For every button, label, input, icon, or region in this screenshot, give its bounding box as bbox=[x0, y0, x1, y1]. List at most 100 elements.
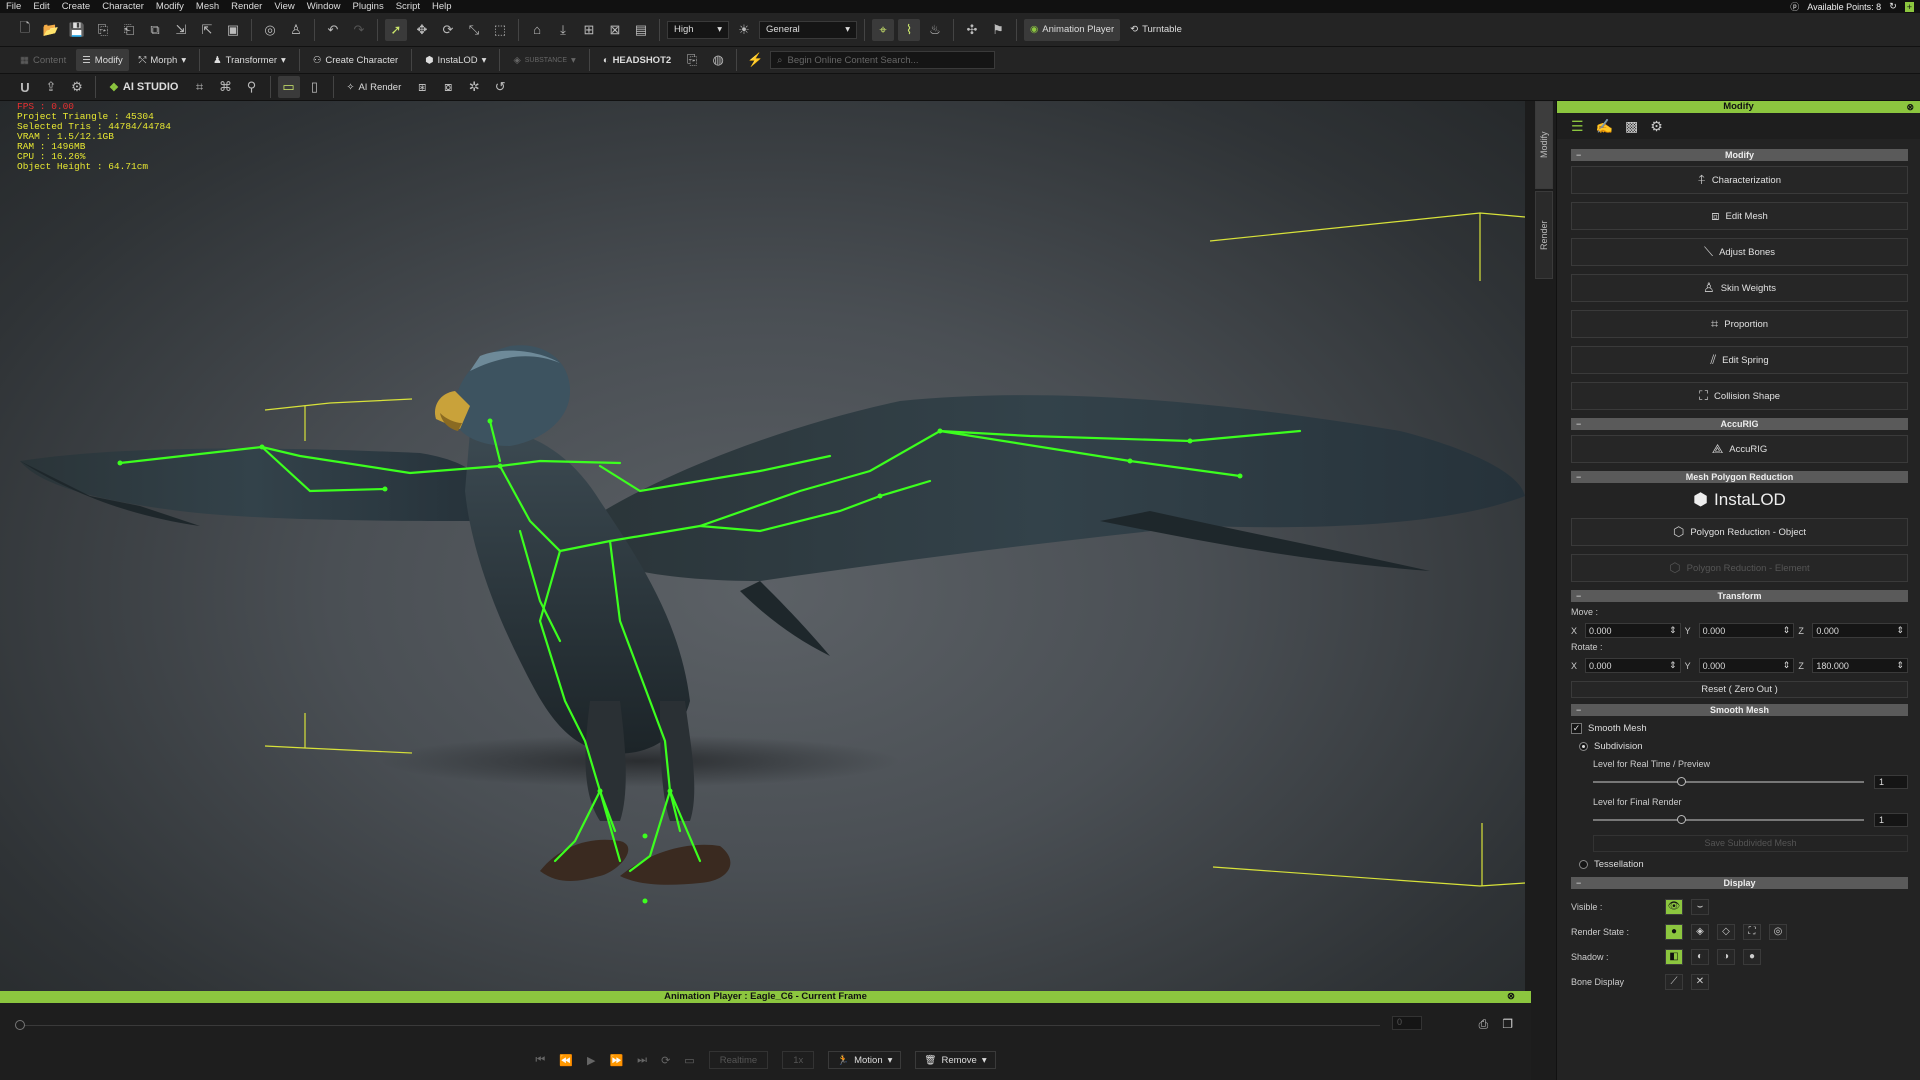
pose-tab-icon[interactable]: ✍ bbox=[1596, 118, 1613, 135]
cube-icon[interactable]: ◈ bbox=[1691, 923, 1709, 940]
realtime-dropdown[interactable]: Realtime bbox=[708, 1051, 769, 1069]
realtime-level-slider[interactable] bbox=[1593, 777, 1864, 786]
ai-tag-icon[interactable]: ▯ bbox=[304, 76, 326, 98]
slider-knob[interactable] bbox=[1677, 815, 1686, 824]
upload-icon[interactable]: ⇪ bbox=[40, 76, 62, 98]
final-level-slider[interactable] bbox=[1593, 815, 1864, 824]
menu-mesh[interactable]: Mesh bbox=[196, 1, 219, 12]
menu-plugins[interactable]: Plugins bbox=[353, 1, 384, 12]
shadow-off-icon[interactable]: ● bbox=[1743, 948, 1761, 965]
play-icon[interactable]: ▶ bbox=[587, 1054, 595, 1067]
select-tool-icon[interactable]: ➚ bbox=[385, 18, 407, 41]
fk-icon[interactable]: ⌇ bbox=[898, 18, 920, 41]
loop-icon[interactable]: ⟳ bbox=[661, 1054, 670, 1067]
menu-create[interactable]: Create bbox=[62, 1, 91, 12]
section-accurig[interactable]: − AccuRIG bbox=[1571, 418, 1908, 430]
range-icon[interactable]: ▭ bbox=[684, 1054, 694, 1067]
realtime-level-value[interactable]: 1 bbox=[1874, 775, 1908, 789]
menu-window[interactable]: Window bbox=[307, 1, 341, 12]
mode-dropdown[interactable]: General ▾ bbox=[759, 20, 857, 39]
undo-icon[interactable]: ↶ bbox=[322, 19, 344, 41]
checker-tab-icon[interactable]: ▩ bbox=[1625, 118, 1638, 135]
xray-icon[interactable]: ◎ bbox=[1769, 923, 1787, 940]
refresh-icon[interactable]: ↻ bbox=[1889, 1, 1897, 12]
plugin-icon[interactable]: ⚡ bbox=[744, 49, 766, 71]
section-modify[interactable]: − Modify bbox=[1571, 149, 1908, 161]
move-tool-icon[interactable]: ✥ bbox=[411, 19, 433, 41]
edit-mesh-button[interactable]: ⧈ Edit Mesh bbox=[1571, 202, 1908, 230]
eye-closed-icon[interactable]: ⌣ bbox=[1691, 898, 1709, 915]
bone-hide-icon[interactable]: ✕ bbox=[1691, 973, 1709, 990]
sphere-icon[interactable]: ◍ bbox=[707, 49, 729, 71]
rotate-z-field[interactable]: 180.000 ⇕ bbox=[1812, 658, 1909, 673]
merge-icon[interactable]: ⧉ bbox=[144, 19, 166, 41]
menu-help[interactable]: Help bbox=[432, 1, 452, 12]
new-file-icon[interactable]: 🗋 bbox=[14, 19, 36, 41]
spinner-icon[interactable]: ⇕ bbox=[1783, 625, 1791, 636]
rotate-y-field[interactable]: 0.000 ⇕ bbox=[1698, 658, 1795, 673]
pose-icon[interactable]: ✣ bbox=[961, 19, 983, 41]
publish-icon[interactable]: ▣ bbox=[222, 19, 244, 41]
frame-icon[interactable]: ⌘ bbox=[215, 76, 237, 98]
shadow-cast-icon[interactable]: ◐ bbox=[1691, 948, 1709, 965]
spinner-icon[interactable]: ⇕ bbox=[1669, 660, 1677, 671]
section-transform[interactable]: − Transform bbox=[1571, 590, 1908, 602]
content-button[interactable]: ▦ Content bbox=[14, 49, 72, 71]
shadow-receive-icon[interactable]: ◑ bbox=[1717, 948, 1735, 965]
remove-button[interactable]: 🗑 Remove ▾ bbox=[915, 1051, 996, 1069]
menu-view[interactable]: View bbox=[274, 1, 294, 12]
sliders-tab-icon[interactable]: ☰ bbox=[1571, 118, 1584, 135]
tessellation-radio[interactable]: Tessellation bbox=[1579, 859, 1908, 870]
scale-tool-icon[interactable]: ⤡ bbox=[463, 19, 485, 41]
ai-studio-button[interactable]: ❖ AI STUDIO bbox=[103, 76, 185, 98]
final-level-value[interactable]: 1 bbox=[1874, 813, 1908, 827]
light-icon[interactable]: ☀ bbox=[733, 19, 755, 41]
adjust-bones-button[interactable]: ⟍ Adjust Bones bbox=[1571, 238, 1908, 266]
import-icon[interactable]: ⎘ bbox=[92, 19, 114, 41]
solid-sphere-icon[interactable]: ● bbox=[1665, 923, 1683, 940]
move-z-field[interactable]: 0.000 ⇕ bbox=[1812, 623, 1909, 638]
menu-file[interactable]: File bbox=[6, 1, 21, 12]
box-outline-icon[interactable]: ⛶ bbox=[1743, 923, 1761, 940]
menu-modify[interactable]: Modify bbox=[156, 1, 184, 12]
close-icon[interactable]: ⊗ bbox=[1507, 991, 1515, 1003]
fit-icon[interactable]: ⊠ bbox=[604, 19, 626, 41]
wire-cube-icon[interactable]: ◇ bbox=[1717, 923, 1735, 940]
bone-show-icon[interactable]: ⟋ bbox=[1665, 973, 1683, 990]
subdivision-radio[interactable]: Subdivision bbox=[1579, 741, 1908, 752]
frame-field[interactable]: 0 bbox=[1392, 1016, 1422, 1030]
spinner-icon[interactable]: ⇕ bbox=[1783, 660, 1791, 671]
ai-mode-icon[interactable]: ▭ bbox=[277, 76, 300, 98]
step-back-icon[interactable]: ⏪ bbox=[559, 1054, 573, 1067]
send-icon[interactable]: ⇱ bbox=[196, 19, 218, 41]
edit-spring-button[interactable]: ⫽ Edit Spring bbox=[1571, 346, 1908, 374]
section-display[interactable]: − Display bbox=[1571, 877, 1908, 889]
turntable-button[interactable]: ⟲ Turntable bbox=[1124, 19, 1188, 41]
ai-render-button[interactable]: ✧ AI Render bbox=[341, 76, 408, 98]
close-icon[interactable]: ⊗ bbox=[1906, 101, 1914, 113]
capture-icon[interactable]: ⌗ bbox=[189, 76, 211, 98]
animation-player-button[interactable]: ◉ Animation Player bbox=[1024, 18, 1121, 41]
skin-weights-button[interactable]: ♙ Skin Weights bbox=[1571, 274, 1908, 302]
polygon-reduction-object-button[interactable]: ⬡ Polygon Reduction - Object bbox=[1571, 518, 1908, 546]
substance-button[interactable]: ◈ SUBSTANCE ▾ bbox=[507, 49, 581, 71]
spinner-icon[interactable]: ⇕ bbox=[1896, 625, 1904, 636]
window-icon[interactable]: ❐ bbox=[1502, 1017, 1513, 1032]
slider-knob[interactable] bbox=[1677, 777, 1686, 786]
pose-icon[interactable]: ⚲ bbox=[241, 76, 263, 98]
timeline-playhead[interactable] bbox=[15, 1020, 25, 1030]
rotate-x-field[interactable]: 0.000 ⇕ bbox=[1585, 658, 1681, 673]
plus-icon[interactable]: + bbox=[1904, 1, 1914, 12]
video-icon[interactable]: ⧇ bbox=[437, 76, 459, 98]
save-icon[interactable]: 💾 bbox=[66, 19, 88, 41]
transformer-button[interactable]: ♟ Transformer ▾ bbox=[207, 49, 292, 71]
quality-dropdown[interactable]: High ▾ bbox=[667, 20, 729, 39]
menu-script[interactable]: Script bbox=[396, 1, 420, 12]
menu-edit[interactable]: Edit bbox=[33, 1, 49, 12]
reset-zero-out-button[interactable]: Reset ( Zero Out ) bbox=[1571, 681, 1908, 698]
spinner-icon[interactable]: ⇕ bbox=[1896, 660, 1904, 671]
move-x-field[interactable]: 0.000 ⇕ bbox=[1585, 623, 1681, 638]
move-y-field[interactable]: 0.000 ⇕ bbox=[1698, 623, 1795, 638]
content-search-input[interactable]: ⌕ Begin Online Content Search... bbox=[770, 51, 996, 69]
person-icon[interactable]: ♙ bbox=[285, 19, 307, 41]
